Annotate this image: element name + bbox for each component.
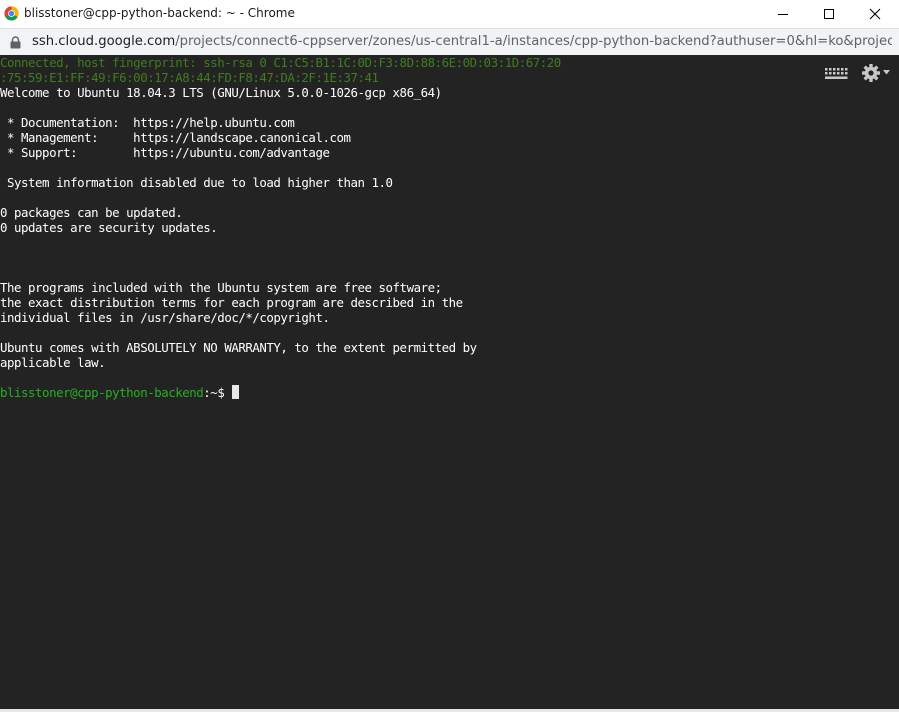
chrome-logo-icon — [4, 6, 19, 21]
terminal-line: * Support: https://ubuntu.com/advantage — [0, 145, 330, 160]
terminal-line: 0 packages can be updated. — [0, 205, 183, 220]
close-icon — [869, 8, 881, 20]
terminal-cursor — [232, 385, 240, 399]
url-path: /projects/connect6-cppserver/zones/us-ce… — [175, 34, 892, 49]
terminal-line: The programs included with the Ubuntu sy… — [0, 280, 442, 295]
gear-icon[interactable] — [861, 63, 881, 83]
terminal-line: individual files in /usr/share/doc/*/cop… — [0, 310, 330, 325]
terminal-line: System information disabled due to load … — [0, 175, 393, 190]
terminal-line: applicable law. — [0, 355, 106, 370]
minimize-icon — [778, 14, 788, 15]
url-host: ssh.cloud.google.com — [32, 34, 176, 49]
terminal-line: :75:59:E1:FF:49:F6:00:17:A8:44:FD:F8:47:… — [0, 70, 379, 85]
terminal-line: 0 updates are security updates. — [0, 220, 218, 235]
prompt-path: :~$ — [203, 385, 232, 400]
title-bar[interactable]: blisstoner@cpp-python-backend: ~ - Chrom… — [0, 0, 899, 28]
chevron-down-icon[interactable] — [883, 70, 890, 75]
maximize-button[interactable] — [806, 0, 852, 28]
address-bar[interactable]: ssh.cloud.google.com/projects/connect6-c… — [0, 28, 899, 55]
terminal-line: Ubuntu comes with ABSOLUTELY NO WARRANTY… — [0, 340, 477, 355]
close-button[interactable] — [852, 0, 898, 28]
url-text[interactable]: ssh.cloud.google.com/projects/connect6-c… — [32, 34, 892, 49]
prompt-user-host: blisstoner@cpp-python-backend — [0, 385, 204, 400]
lock-icon — [10, 36, 21, 49]
window-title: blisstoner@cpp-python-backend: ~ - Chrom… — [24, 6, 295, 20]
prompt-line[interactable]: blisstoner@cpp-python-backend:~$ — [0, 385, 820, 400]
keyboard-icon[interactable] — [824, 67, 848, 81]
terminal-line: the exact distribution terms for each pr… — [0, 295, 463, 310]
terminal-line: Welcome to Ubuntu 18.04.3 LTS (GNU/Linux… — [0, 85, 442, 100]
maximize-icon — [824, 9, 834, 19]
minimize-button[interactable] — [760, 0, 806, 28]
terminal-output: Connected, host fingerprint: ssh-rsa 0 C… — [0, 55, 820, 400]
terminal-line: * Management: https://landscape.canonica… — [0, 130, 351, 145]
browser-window: blisstoner@cpp-python-backend: ~ - Chrom… — [0, 0, 899, 712]
ssh-terminal[interactable]: Connected, host fingerprint: ssh-rsa 0 C… — [0, 55, 899, 709]
terminal-line: Connected, host fingerprint: ssh-rsa 0 C… — [0, 55, 561, 70]
terminal-line: * Documentation: https://help.ubuntu.com — [0, 115, 295, 130]
